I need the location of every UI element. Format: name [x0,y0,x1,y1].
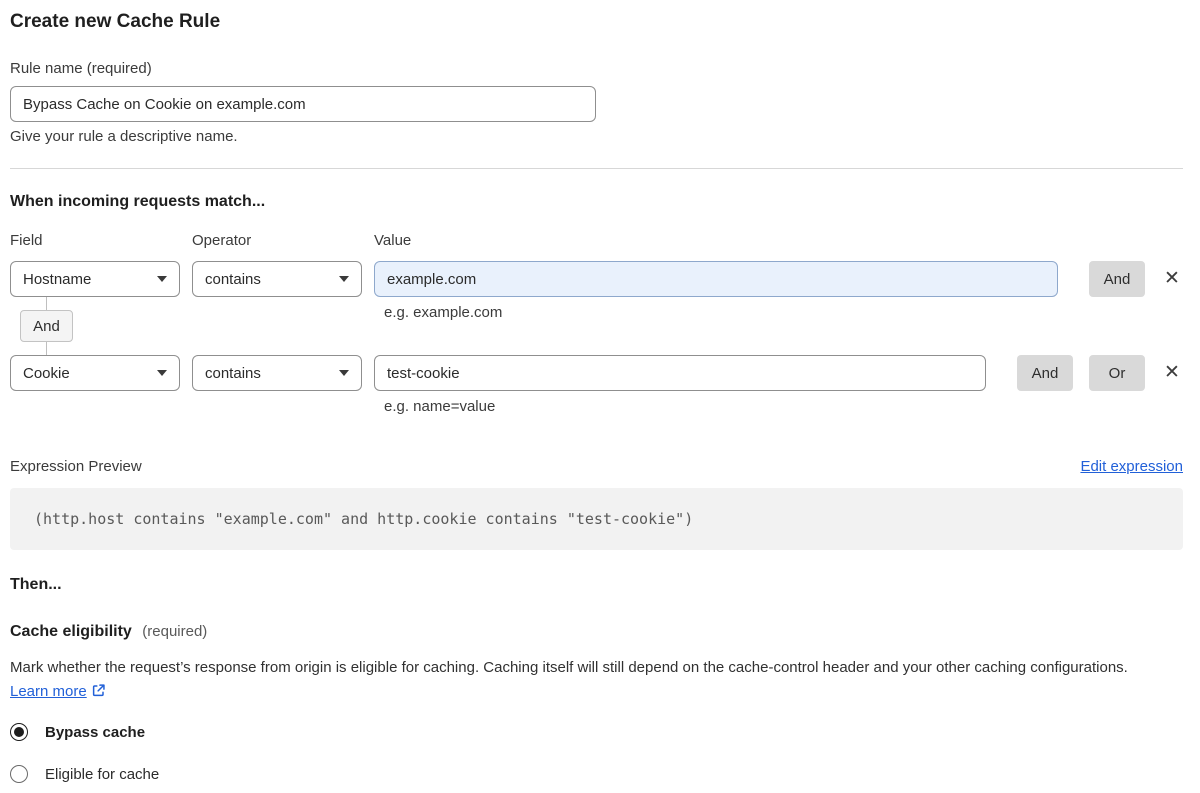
row-actions: And ✕ [1089,261,1183,297]
rule-name-input[interactable] [10,86,596,122]
cache-eligibility-description: Mark whether the request’s response from… [10,656,1170,704]
operator-select[interactable]: contains [192,355,362,391]
add-and-condition-button[interactable]: And [1017,355,1073,391]
radio-label: Bypass cache [45,723,146,741]
value-column-label: Value [374,232,412,249]
operator-select-value: contains [205,364,261,382]
close-icon[interactable]: ✕ [1161,362,1183,384]
condition-row-2: Cookie contains And Or ✕ [10,355,1183,391]
field-select[interactable]: Hostname [10,261,180,297]
external-link-icon [92,684,105,697]
field-select-value: Hostname [23,270,92,288]
value-input[interactable] [374,355,986,391]
field-column-label: Field [10,232,43,249]
section-divider [10,168,1183,169]
rule-name-label: Rule name (required) [10,60,152,77]
radio-label: Eligible for cache [45,765,160,783]
field-select[interactable]: Cookie [10,355,180,391]
cache-eligibility-title: Cache eligibility [10,623,132,640]
add-or-condition-button[interactable]: Or [1089,355,1145,391]
page-title: Create new Cache Rule [10,11,221,32]
operator-select-value: contains [205,270,261,288]
value-input[interactable] [374,261,1058,297]
field-select-value: Cookie [23,364,70,382]
operator-select[interactable]: contains [192,261,362,297]
cache-eligibility-heading: Cache eligibility (required) [10,622,1183,642]
expression-preview-code: (http.host contains "example.com" and ht… [10,488,1183,550]
value-hint: e.g. name=value [384,398,496,415]
radio-option-bypass-cache[interactable]: Bypass cache [10,723,1183,741]
operator-column-label: Operator [192,232,252,249]
condition-column-labels: Field Operator Value [10,232,1183,250]
value-hint: e.g. example.com [384,304,503,321]
chevron-down-icon [339,276,349,282]
condition-row-1: Hostname contains And ✕ [10,261,1183,297]
create-cache-rule-page: Create new Cache Rule Rule name (require… [0,0,1200,783]
chevron-down-icon [157,276,167,282]
rule-name-help: Give your rule a descriptive name. [10,128,238,145]
radio-unselected-icon[interactable] [10,765,28,783]
chevron-down-icon [157,370,167,376]
and-connector-button[interactable]: And [20,310,73,342]
edit-expression-link[interactable]: Edit expression [1080,458,1183,475]
description-text: Mark whether the request’s response from… [10,659,1128,676]
connector-line [46,297,47,310]
expression-preview-header: Expression Preview Edit expression [10,458,1183,476]
expression-preview-label: Expression Preview [10,458,142,475]
radio-option-eligible-for-cache[interactable]: Eligible for cache [10,765,1183,783]
required-badge: (required) [142,623,208,640]
connector-line [46,342,47,355]
close-icon[interactable]: ✕ [1161,268,1183,290]
row-actions: And Or ✕ [1017,355,1183,391]
match-heading: When incoming requests match... [10,193,266,210]
connector-area: And e.g. example.com [10,297,1183,355]
then-heading: Then... [10,576,62,593]
radio-selected-icon[interactable] [10,723,28,741]
add-and-condition-button[interactable]: And [1089,261,1145,297]
chevron-down-icon [339,370,349,376]
learn-more-link[interactable]: Learn more [10,683,87,700]
